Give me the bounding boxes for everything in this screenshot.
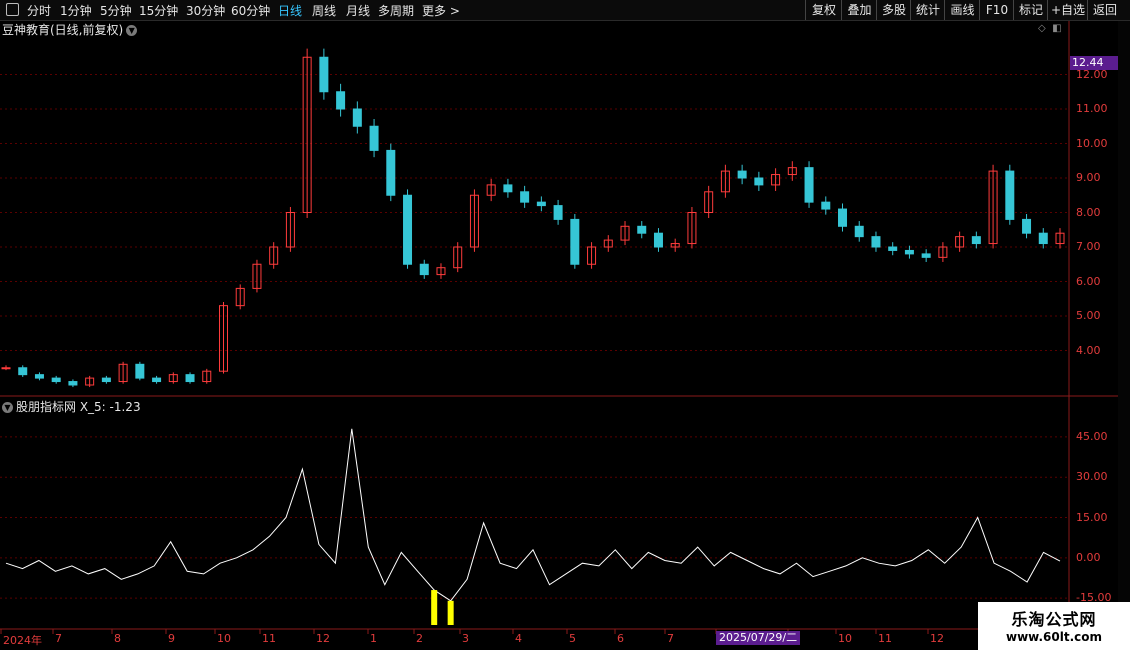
candle-body <box>403 194 413 265</box>
price-tick-label: 10.00 <box>1076 136 1108 150</box>
candle-body <box>838 208 848 227</box>
signal-bar <box>431 590 438 625</box>
time-tick-label: 7 <box>667 632 674 645</box>
candle-body <box>18 367 28 376</box>
price-tick-label: 6.00 <box>1076 274 1101 288</box>
x5-indicator-line <box>5 428 1061 602</box>
time-tick-label: 10 <box>217 632 231 645</box>
candle-body <box>854 225 864 238</box>
side-strip <box>1118 21 1130 650</box>
time-tick-label: 10 <box>838 632 852 645</box>
candle-body <box>520 191 530 203</box>
candle-body <box>503 184 513 193</box>
price-tick-label: 8.00 <box>1076 205 1101 219</box>
candle-body <box>921 253 931 258</box>
candle-body <box>1038 232 1048 245</box>
candle-body <box>419 263 429 276</box>
price-tick-label: 11.00 <box>1076 102 1108 115</box>
indicator-tick-label: 45.00 <box>1076 429 1108 443</box>
candle-body <box>1005 170 1015 220</box>
candle-body <box>871 236 881 248</box>
watermark: 乐淘公式网 www.60lt.com <box>978 602 1130 650</box>
time-tick-label: 2 <box>416 632 423 645</box>
candle-body <box>904 249 914 255</box>
indicator-tick-label: 15.00 <box>1076 510 1108 524</box>
candle-body <box>804 167 814 203</box>
time-tick-label: 12 <box>930 632 944 645</box>
watermark-line2: www.60lt.com <box>1005 630 1103 644</box>
candle-body <box>1 367 11 370</box>
time-tick-label: 8 <box>114 632 121 645</box>
chart-canvas[interactable] <box>0 0 1130 650</box>
candle-body <box>386 149 396 196</box>
price-tick-label: 9.00 <box>1076 171 1101 184</box>
candle-body <box>570 218 580 265</box>
indicator-tick-label: 0.00 <box>1076 550 1101 564</box>
candle-body <box>319 56 329 93</box>
candle-body <box>51 377 61 383</box>
candle-body <box>1022 218 1032 234</box>
candle-body <box>653 232 663 248</box>
candle-body <box>352 108 362 127</box>
candle-body <box>336 91 346 110</box>
candle-body <box>553 205 563 220</box>
time-tick-label: 6 <box>617 632 624 645</box>
signal-bar <box>447 600 454 625</box>
candle-body <box>135 363 145 379</box>
price-tick-label: 4.00 <box>1076 343 1101 357</box>
price-tick-label: 7.00 <box>1076 240 1101 253</box>
time-tick-label: 2024年 <box>3 634 42 647</box>
candle-body <box>369 125 379 151</box>
indicator-tick-label: 30.00 <box>1076 470 1108 484</box>
cursor-date-badge: 2025/07/29/二 <box>716 631 801 645</box>
time-tick-label: 12 <box>316 632 330 645</box>
time-tick-label: 4 <box>515 632 522 645</box>
time-tick-label: 3 <box>462 632 469 645</box>
candle-body <box>536 201 546 207</box>
candle-body <box>754 177 764 186</box>
price-tick-label: 12.00 <box>1076 67 1108 81</box>
watermark-line1: 乐淘公式网 <box>1011 610 1097 629</box>
time-tick-label: 9 <box>168 632 175 645</box>
candle-body <box>821 201 831 210</box>
candle-body <box>152 377 162 383</box>
time-tick-label: 1 <box>370 632 377 645</box>
candle-body <box>101 377 111 383</box>
candle-body <box>68 381 78 386</box>
price-tick-label: 5.00 <box>1076 309 1101 322</box>
time-tick-label: 5 <box>569 632 576 645</box>
candle-body <box>971 236 981 245</box>
candle-body <box>737 170 747 179</box>
time-tick-label: 11 <box>878 632 892 645</box>
candle-body <box>185 374 195 383</box>
candle-body <box>637 225 647 234</box>
candle-body <box>888 246 898 251</box>
time-tick-label: 11 <box>262 632 276 645</box>
candle-body <box>34 374 44 379</box>
time-tick-label: 7 <box>55 632 62 645</box>
